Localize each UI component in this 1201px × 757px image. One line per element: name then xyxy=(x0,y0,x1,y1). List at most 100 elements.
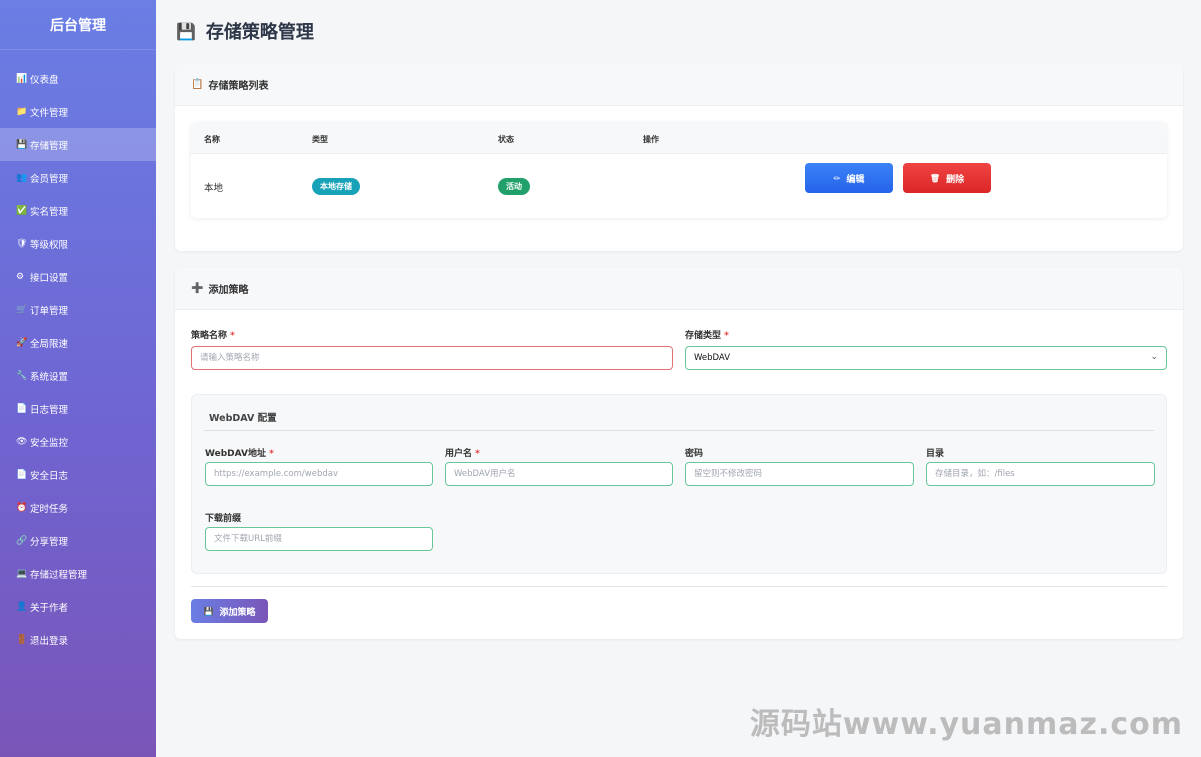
label-text: 用户名 xyxy=(445,449,473,459)
delete-button-label: 删除 xyxy=(946,174,965,185)
sidebar-item-label: 存储过程管理 xyxy=(30,569,88,581)
users-icon: 👥 xyxy=(16,172,28,183)
column-header-name: 名称 xyxy=(204,135,220,144)
chevron-down-icon: ⌄ xyxy=(1150,352,1158,362)
sidebar-item-security-logs[interactable]: 📄 安全日志 xyxy=(0,458,156,491)
sidebar: 后台管理 📊 仪表盘 📁 文件管理 💾 存储管理 👥 会员管理 ✅ 实名管理 🛡 等级权限 … xyxy=(0,0,156,757)
delete-button[interactable]: 🗑 删除 xyxy=(903,163,991,193)
check-icon: ✅ xyxy=(16,205,28,216)
link-icon: 🔗 xyxy=(16,535,28,546)
column-header-status: 状态 xyxy=(498,135,514,144)
sidebar-item-label: 仪表盘 xyxy=(30,74,59,86)
shield-icon: 🛡 xyxy=(16,238,28,249)
edit-button[interactable]: ✏ 编辑 xyxy=(805,163,893,193)
cart-icon: 🛒 xyxy=(16,304,28,315)
plus-icon: ➕ xyxy=(191,283,204,294)
download-prefix-input[interactable] xyxy=(205,527,433,551)
column-header-actions: 操作 xyxy=(643,135,659,144)
sidebar-item-label: 订单管理 xyxy=(30,305,69,317)
card-title: 添加策略 xyxy=(208,285,249,296)
card-title: 存储策略列表 xyxy=(208,81,269,92)
sidebar-item-label: 安全监控 xyxy=(30,437,69,449)
sidebar-item-settings[interactable]: 🔧 系统设置 xyxy=(0,359,156,392)
strategy-table: 名称 类型 状态 操作 本地 本地存储 活动 ✏ 编辑 🗑 删除 xyxy=(191,122,1167,218)
sidebar-item-label: 日志管理 xyxy=(30,404,69,416)
sidebar-item-label: 接口设置 xyxy=(30,272,69,284)
required-mark: * xyxy=(230,331,235,341)
sidebar-menu: 📊 仪表盘 📁 文件管理 💾 存储管理 👥 会员管理 ✅ 实名管理 🛡 等级权限 ⚙ 接口设置… xyxy=(0,62,156,656)
clipboard-icon: 📋 xyxy=(191,79,204,90)
sidebar-item-logs[interactable]: 📄 日志管理 xyxy=(0,392,156,425)
card-header: 📋 存储策略列表 xyxy=(175,64,1183,106)
sidebar-item-levels[interactable]: 🛡 等级权限 xyxy=(0,227,156,260)
download-prefix-label: 下载前缀 xyxy=(205,514,242,524)
user-icon: 👤 xyxy=(16,601,28,612)
page-title-text: 存储策略管理 xyxy=(205,22,314,43)
document-icon: 📄 xyxy=(16,469,28,480)
username-label: 用户名 * xyxy=(445,446,480,459)
sidebar-item-label: 等级权限 xyxy=(30,239,69,251)
add-strategy-card: ➕ 添加策略 策略名称 * 存储类型 * WebDAV ⌄ WebDAV 配置 … xyxy=(175,268,1183,639)
sidebar-item-label: 会员管理 xyxy=(30,173,69,185)
required-mark: * xyxy=(724,331,729,341)
document-icon: 📄 xyxy=(16,403,28,414)
floppy-disk-icon: 💾 xyxy=(203,606,214,616)
webdav-url-input[interactable] xyxy=(205,462,433,486)
edit-button-label: 编辑 xyxy=(846,174,865,185)
directory-label: 目录 xyxy=(926,449,945,459)
sidebar-item-ratelimit[interactable]: 🚀 全局限速 xyxy=(0,326,156,359)
required-mark: * xyxy=(269,449,274,459)
sidebar-item-orders[interactable]: 🛒 订单管理 xyxy=(0,293,156,326)
storage-type-select[interactable]: WebDAV ⌄ xyxy=(685,346,1167,370)
webdav-config-panel: WebDAV 配置 WebDAV地址 * 用户名 * 密码 目录 下载前缀 xyxy=(191,394,1167,574)
label-text: 存储类型 xyxy=(685,331,722,341)
username-input[interactable] xyxy=(445,462,673,486)
dashboard-icon: 📊 xyxy=(16,73,28,84)
sidebar-item-about[interactable]: 👤 关于作者 xyxy=(0,590,156,623)
sidebar-item-label: 系统设置 xyxy=(30,371,69,383)
main-content: 💾 存储策略管理 📋 存储策略列表 名称 类型 状态 操作 本地 本地存储 活动… xyxy=(156,0,1201,757)
sidebar-item-label: 分享管理 xyxy=(30,536,69,548)
divider xyxy=(204,430,1154,431)
sidebar-item-dashboard[interactable]: 📊 仪表盘 xyxy=(0,62,156,95)
pencil-icon: ✏ xyxy=(833,173,841,183)
sidebar-item-logout[interactable]: 🚪 退出登录 xyxy=(0,623,156,656)
divider xyxy=(191,586,1167,587)
table-header: 名称 类型 状态 操作 xyxy=(191,122,1167,154)
add-strategy-button[interactable]: 💾 添加策略 xyxy=(191,599,268,623)
directory-input[interactable] xyxy=(926,462,1155,486)
sidebar-item-label: 退出登录 xyxy=(30,635,69,647)
password-input[interactable] xyxy=(685,462,914,486)
sidebar-item-realname[interactable]: ✅ 实名管理 xyxy=(0,194,156,227)
label-text: 策略名称 xyxy=(191,331,228,341)
sidebar-item-label: 存储管理 xyxy=(30,140,69,152)
sidebar-item-procedures[interactable]: 💻 存储过程管理 xyxy=(0,557,156,590)
sidebar-item-label: 实名管理 xyxy=(30,206,69,218)
sidebar-item-label: 文件管理 xyxy=(30,107,69,119)
strategy-name-input[interactable] xyxy=(191,346,673,370)
sidebar-item-shares[interactable]: 🔗 分享管理 xyxy=(0,524,156,557)
strategy-list-card: 📋 存储策略列表 名称 类型 状态 操作 本地 本地存储 活动 ✏ 编辑 🗑 删… xyxy=(175,64,1183,251)
sidebar-item-security-monitor[interactable]: 👁 安全监控 xyxy=(0,425,156,458)
wrench-icon: 🔧 xyxy=(16,370,28,381)
config-title: WebDAV 配置 xyxy=(209,413,277,424)
sidebar-item-files[interactable]: 📁 文件管理 xyxy=(0,95,156,128)
sidebar-item-label: 定时任务 xyxy=(30,503,69,515)
trash-icon: 🗑 xyxy=(929,173,941,183)
sidebar-item-label: 关于作者 xyxy=(30,602,69,614)
sidebar-item-storage[interactable]: 💾 存储管理 xyxy=(0,128,156,161)
floppy-disk-icon: 💾 xyxy=(16,139,28,150)
storage-type-value: WebDAV xyxy=(694,353,731,363)
sidebar-item-members[interactable]: 👥 会员管理 xyxy=(0,161,156,194)
cell-name: 本地 xyxy=(204,183,224,194)
storage-type-label: 存储类型 * xyxy=(685,328,729,341)
page-title: 💾 存储策略管理 xyxy=(176,18,314,44)
sidebar-item-cron[interactable]: ⏰ 定时任务 xyxy=(0,491,156,524)
eye-icon: 👁 xyxy=(16,436,28,447)
sidebar-item-api[interactable]: ⚙ 接口设置 xyxy=(0,260,156,293)
sidebar-item-label: 安全日志 xyxy=(30,470,69,482)
watermark: 源码站www.yuanmaz.com xyxy=(749,707,1183,742)
column-header-type: 类型 xyxy=(312,135,328,144)
alarm-clock-icon: ⏰ xyxy=(16,502,28,513)
add-strategy-button-label: 添加策略 xyxy=(219,607,256,618)
